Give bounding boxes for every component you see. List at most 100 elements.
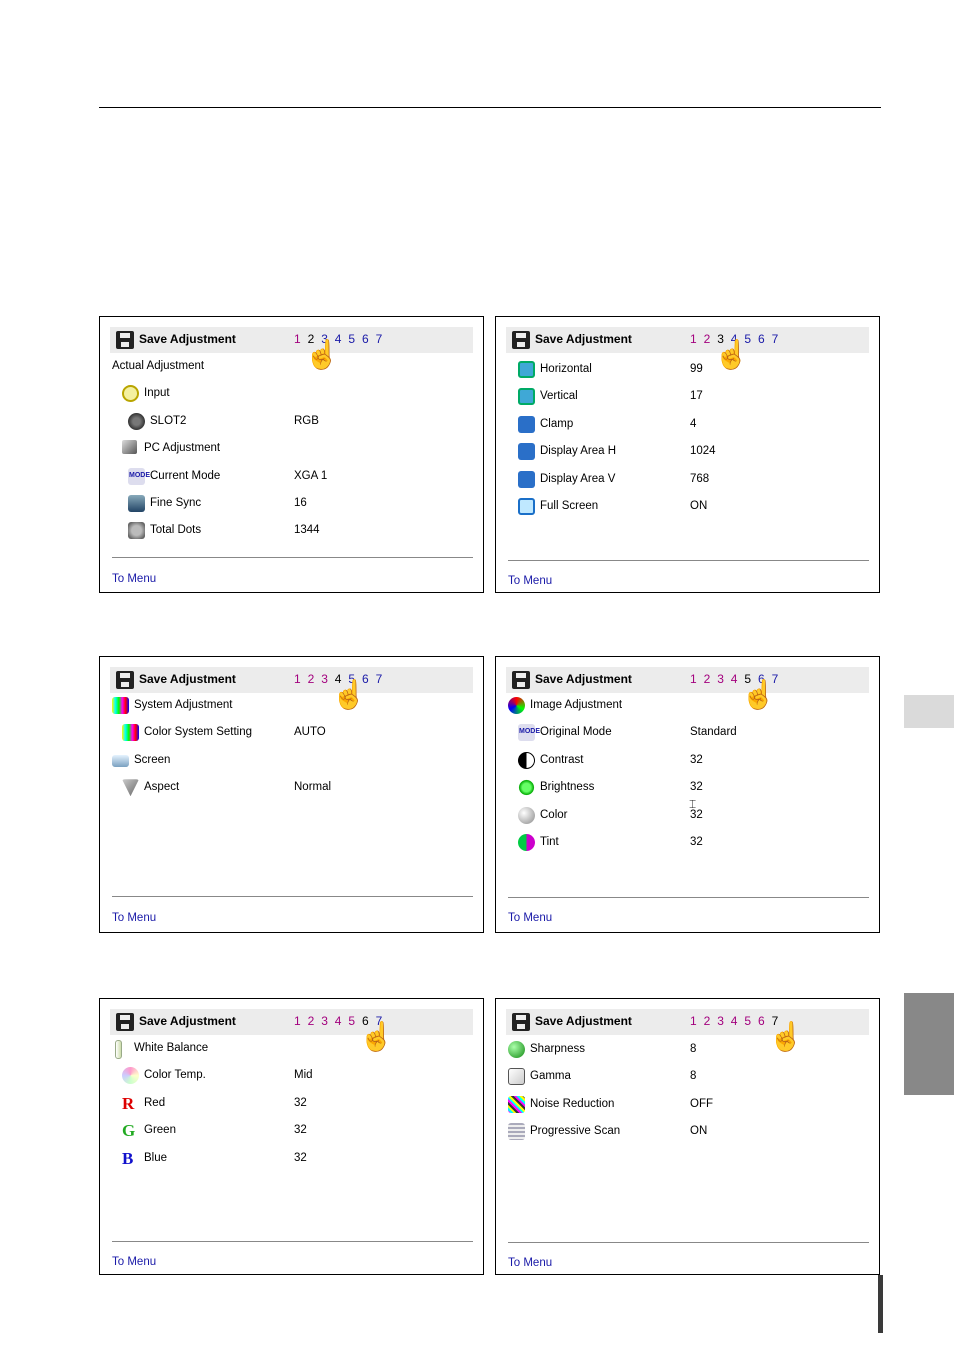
setting-row: Horizontal 99	[518, 360, 856, 382]
to-menu-link[interactable]: To Menu	[508, 912, 552, 924]
setting-value: RGB	[294, 414, 319, 427]
footer-divider	[112, 1241, 473, 1242]
slot-connector-icon	[128, 412, 145, 430]
setting-value: 32	[294, 1096, 307, 1109]
panel-header: Save Adjustment 1 2 3 4 5 6 7 ☝	[506, 1009, 869, 1051]
page-link-1[interactable]: 1	[294, 672, 308, 686]
page-link-5[interactable]: 5	[744, 1014, 758, 1028]
footer-divider	[112, 557, 473, 558]
page-link-1[interactable]: 1	[690, 672, 704, 686]
save-adjustment-label: Save Adjustment	[535, 1014, 632, 1028]
page-link-1[interactable]: 1	[690, 1014, 704, 1028]
setting-row: Screen	[112, 751, 460, 773]
setting-value: ON	[690, 1125, 708, 1138]
page-link-7[interactable]: 7	[772, 332, 786, 346]
total-dots-icon	[128, 522, 145, 540]
setting-label: Clamp	[540, 417, 574, 430]
setting-value: AUTO	[294, 726, 326, 739]
color-bars-icon	[122, 724, 139, 742]
panel-header: Save Adjustment 1 2 3 4 5 6 7 ☝	[110, 667, 473, 709]
setting-value: 32	[294, 1151, 307, 1164]
setting-label: Fine Sync	[150, 497, 202, 509]
save-adjustment-label: Save Adjustment	[535, 672, 632, 686]
footer-divider	[508, 560, 869, 561]
setting-value: Standard	[690, 726, 737, 739]
setting-row: Tint 32	[518, 833, 856, 855]
setting-value: 8	[690, 1043, 697, 1055]
page-link-6[interactable]: 6	[758, 332, 772, 346]
save-disk-icon	[116, 1013, 134, 1031]
setting-value: 32	[690, 836, 703, 848]
to-menu-link[interactable]: To Menu	[508, 1257, 552, 1269]
to-menu-link[interactable]: To Menu	[508, 575, 552, 587]
display-area-h-icon	[518, 443, 535, 461]
setting-label: Aspect	[144, 781, 180, 794]
setting-label: PC Adjustment	[144, 442, 221, 455]
setting-label: Color Temp.	[144, 1069, 206, 1082]
page-link-1[interactable]: 1	[294, 1014, 308, 1028]
progressive-scan-icon	[508, 1123, 525, 1141]
setting-value: Mid	[294, 1069, 313, 1082]
brightness-icon	[518, 779, 535, 797]
setting-label: Progressive Scan	[530, 1125, 621, 1138]
setting-value: 32	[294, 1124, 307, 1137]
page-link-4[interactable]: 4	[731, 1014, 745, 1028]
setting-row: White Balance	[112, 1039, 460, 1061]
page-link-3[interactable]: 3	[717, 672, 731, 686]
page-link-4[interactable]: 4	[335, 1014, 349, 1028]
to-menu-link[interactable]: To Menu	[112, 912, 156, 924]
setting-label: Horizontal	[540, 363, 592, 375]
setting-label: Contrast	[540, 753, 584, 766]
page-link-6[interactable]: 6	[362, 332, 376, 346]
footer-divider	[112, 896, 473, 897]
setting-value: XGA 1	[294, 469, 328, 482]
page-link-5[interactable]: 5	[348, 332, 362, 346]
page-link-1[interactable]: 1	[690, 332, 704, 346]
setting-label: Display Area V	[540, 472, 616, 485]
save-adjustment-button[interactable]: Save Adjustment	[110, 1009, 260, 1035]
page-link-7[interactable]: 7	[376, 332, 390, 346]
color-wheel-icon	[122, 1067, 139, 1085]
setting-row: MODE Original Mode Standard	[518, 723, 856, 745]
side-tab-dark	[904, 993, 954, 1095]
save-adjustment-button[interactable]: Save Adjustment	[506, 667, 656, 693]
setting-label: Sharpness	[530, 1043, 585, 1055]
save-adjustment-button[interactable]: Save Adjustment	[506, 327, 656, 353]
footer-divider	[508, 1242, 869, 1243]
to-menu-link[interactable]: To Menu	[112, 573, 156, 585]
adjustment-panel-page-3: Save Adjustment 1 2 3 4 5 6 7 ☝ Horizontal 99 Verti…	[495, 316, 880, 593]
setting-row: Color Temp. Mid	[122, 1066, 460, 1088]
page-link-7[interactable]: 7	[376, 672, 390, 686]
setting-row: Image Adjustment	[508, 696, 856, 718]
save-adjustment-button[interactable]: Save Adjustment	[506, 1009, 656, 1035]
setting-value: 16	[294, 497, 307, 509]
setting-row: Clamp 4	[518, 415, 856, 437]
display-area-v-icon	[518, 470, 535, 488]
save-disk-icon	[512, 1013, 530, 1031]
setting-label: Full Screen	[540, 500, 599, 512]
page-link-2[interactable]: 2	[704, 1014, 718, 1028]
page-link-2[interactable]: 2	[308, 1014, 322, 1028]
setting-label: Color System Setting	[144, 726, 253, 739]
to-menu-link[interactable]: To Menu	[112, 1256, 156, 1268]
setting-row: Aspect Normal	[122, 778, 460, 800]
pc-icon	[122, 440, 137, 455]
save-disk-icon	[512, 331, 530, 349]
page-link-2[interactable]: 2	[308, 672, 322, 686]
setting-row: Sharpness 8	[508, 1040, 856, 1062]
setting-label: Image Adjustment	[530, 699, 623, 711]
page-link-3[interactable]: 3	[321, 1014, 335, 1028]
setting-label: SLOT2	[150, 414, 187, 427]
save-adjustment-button[interactable]: Save Adjustment	[110, 327, 260, 353]
setting-value: OFF	[690, 1097, 713, 1110]
vertical-position-icon	[518, 388, 535, 406]
setting-row: Color 32	[518, 806, 856, 828]
panel-header: Save Adjustment 1 2 3 4 5 6 7 ☝	[110, 327, 473, 369]
setting-row: Total Dots 1344	[128, 521, 460, 543]
save-adjustment-label: Save Adjustment	[535, 332, 632, 346]
save-adjustment-button[interactable]: Save Adjustment	[110, 667, 260, 693]
page-link-3[interactable]: 3	[717, 1014, 731, 1028]
page-corner-bar	[878, 1275, 883, 1333]
page-link-2[interactable]: 2	[704, 672, 718, 686]
setting-row: PC Adjustment	[122, 439, 460, 461]
